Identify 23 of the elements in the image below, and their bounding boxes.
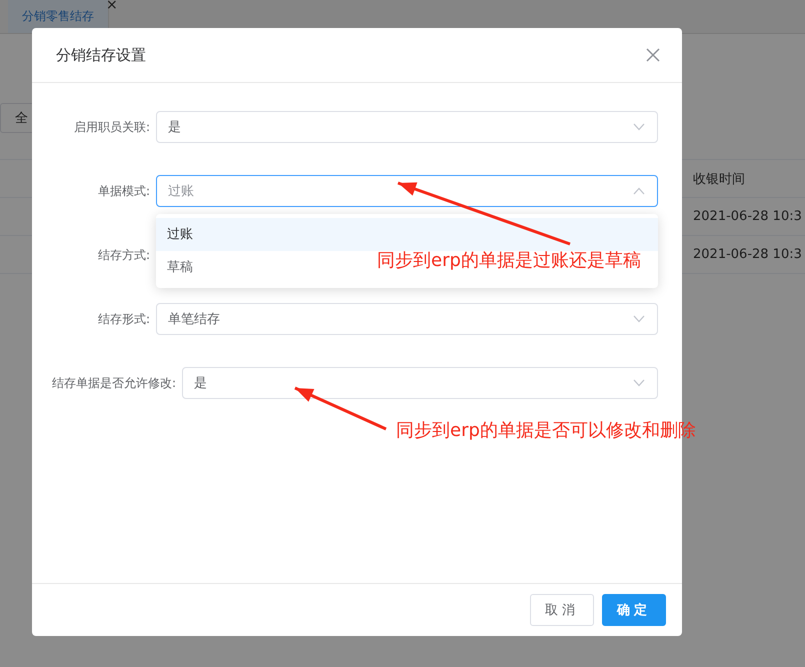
close-icon[interactable] [646,48,660,62]
caret-icon [633,187,645,195]
select-field[interactable]: 是 [156,111,658,143]
field-label: 启用职员关联: [72,118,151,136]
confirm-button[interactable]: 确定 [602,594,666,626]
dialog-title: 分销结存设置 [56,46,146,64]
annotation-text: 同步到erp的单据是过账还是草稿 [377,249,641,272]
cancel-button[interactable]: 取消 [530,594,594,626]
field-label: 结存形式: [96,310,151,328]
table-cell: 2021-06-28 10:3 [693,209,802,224]
select-field[interactable]: 单笔结存 [156,303,658,335]
dropdown-option[interactable]: 过账 [156,218,658,251]
caret-icon [633,379,645,387]
tab-close[interactable]: × [106,0,118,13]
field-label: 结存单据是否允许修改: [52,374,178,392]
field-label: 结存方式: [96,246,151,264]
select-field[interactable]: 是 [182,367,658,399]
caret-icon [633,315,645,323]
column-header: 收银时间 [693,170,745,188]
dropdown-option[interactable]: 草稿 [156,251,204,284]
caret-icon [633,123,645,131]
table-cell: 2021-06-28 10:3 [693,247,802,262]
field-label: 单据模式: [96,182,151,200]
